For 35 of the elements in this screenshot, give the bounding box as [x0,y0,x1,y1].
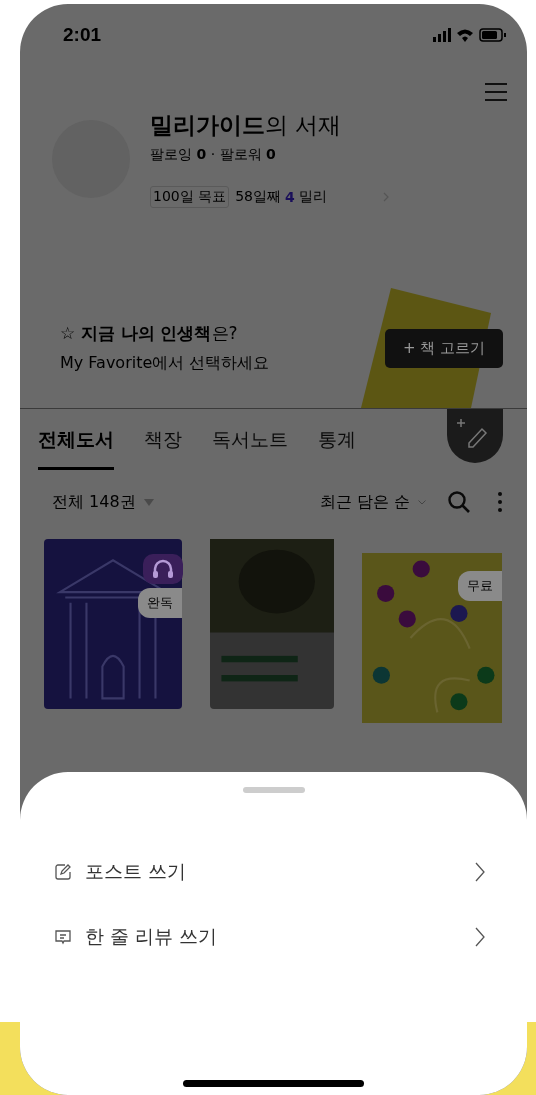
sort-dropdown[interactable]: 최근 담은 순 [319,491,410,513]
item-label: 한 줄 리뷰 쓰기 [85,924,219,949]
favorite-subtitle: My Favorite에서 선택하세요 [60,353,270,374]
item-label: 포스트 쓰기 [85,859,188,884]
tab[interactable]: 책장 [144,424,182,470]
pick-book-button[interactable]: + 책 고르기 [384,328,503,368]
edit-icon [54,863,72,881]
menu-icon[interactable] [485,82,507,102]
book-badge: 완독 [138,588,182,618]
more-icon[interactable] [498,492,502,512]
battery-icon [479,28,507,42]
book-badge: 무료 [458,571,502,601]
signal-icon [433,28,451,42]
goal-label: 100일 목표 [150,186,230,208]
favorite-title: ☆ 지금 나의 인생책은? [60,322,239,345]
book-count-filter[interactable]: 전체 148권 [52,491,136,513]
library-title: 밀리가이드의 서재 [150,111,343,140]
status-time: 2:01 [63,24,102,46]
chevron-icon [475,862,485,882]
write-button[interactable] [447,409,503,463]
chevron-icon [475,927,485,947]
tab[interactable]: 전체도서 [38,424,114,470]
goal-day: 58일째 [235,188,281,206]
goal-unit: 밀리 [298,188,327,206]
chevron-down-icon[interactable] [418,499,426,505]
sheet-item[interactable]: 한 줄 리뷰 쓰기 [54,920,485,954]
tab[interactable]: 독서노트 [212,424,288,470]
tab[interactable]: 통계 [318,424,356,470]
sheet-handle[interactable] [242,787,305,793]
comment-icon [54,928,72,946]
goal-count: 4 [285,189,295,205]
follow-counts[interactable]: 팔로잉 0 · 팔로워 0 [150,146,389,164]
sheet-item[interactable]: 포스트 쓰기 [54,855,485,889]
search-icon[interactable] [448,491,470,513]
wifi-icon [457,28,473,42]
